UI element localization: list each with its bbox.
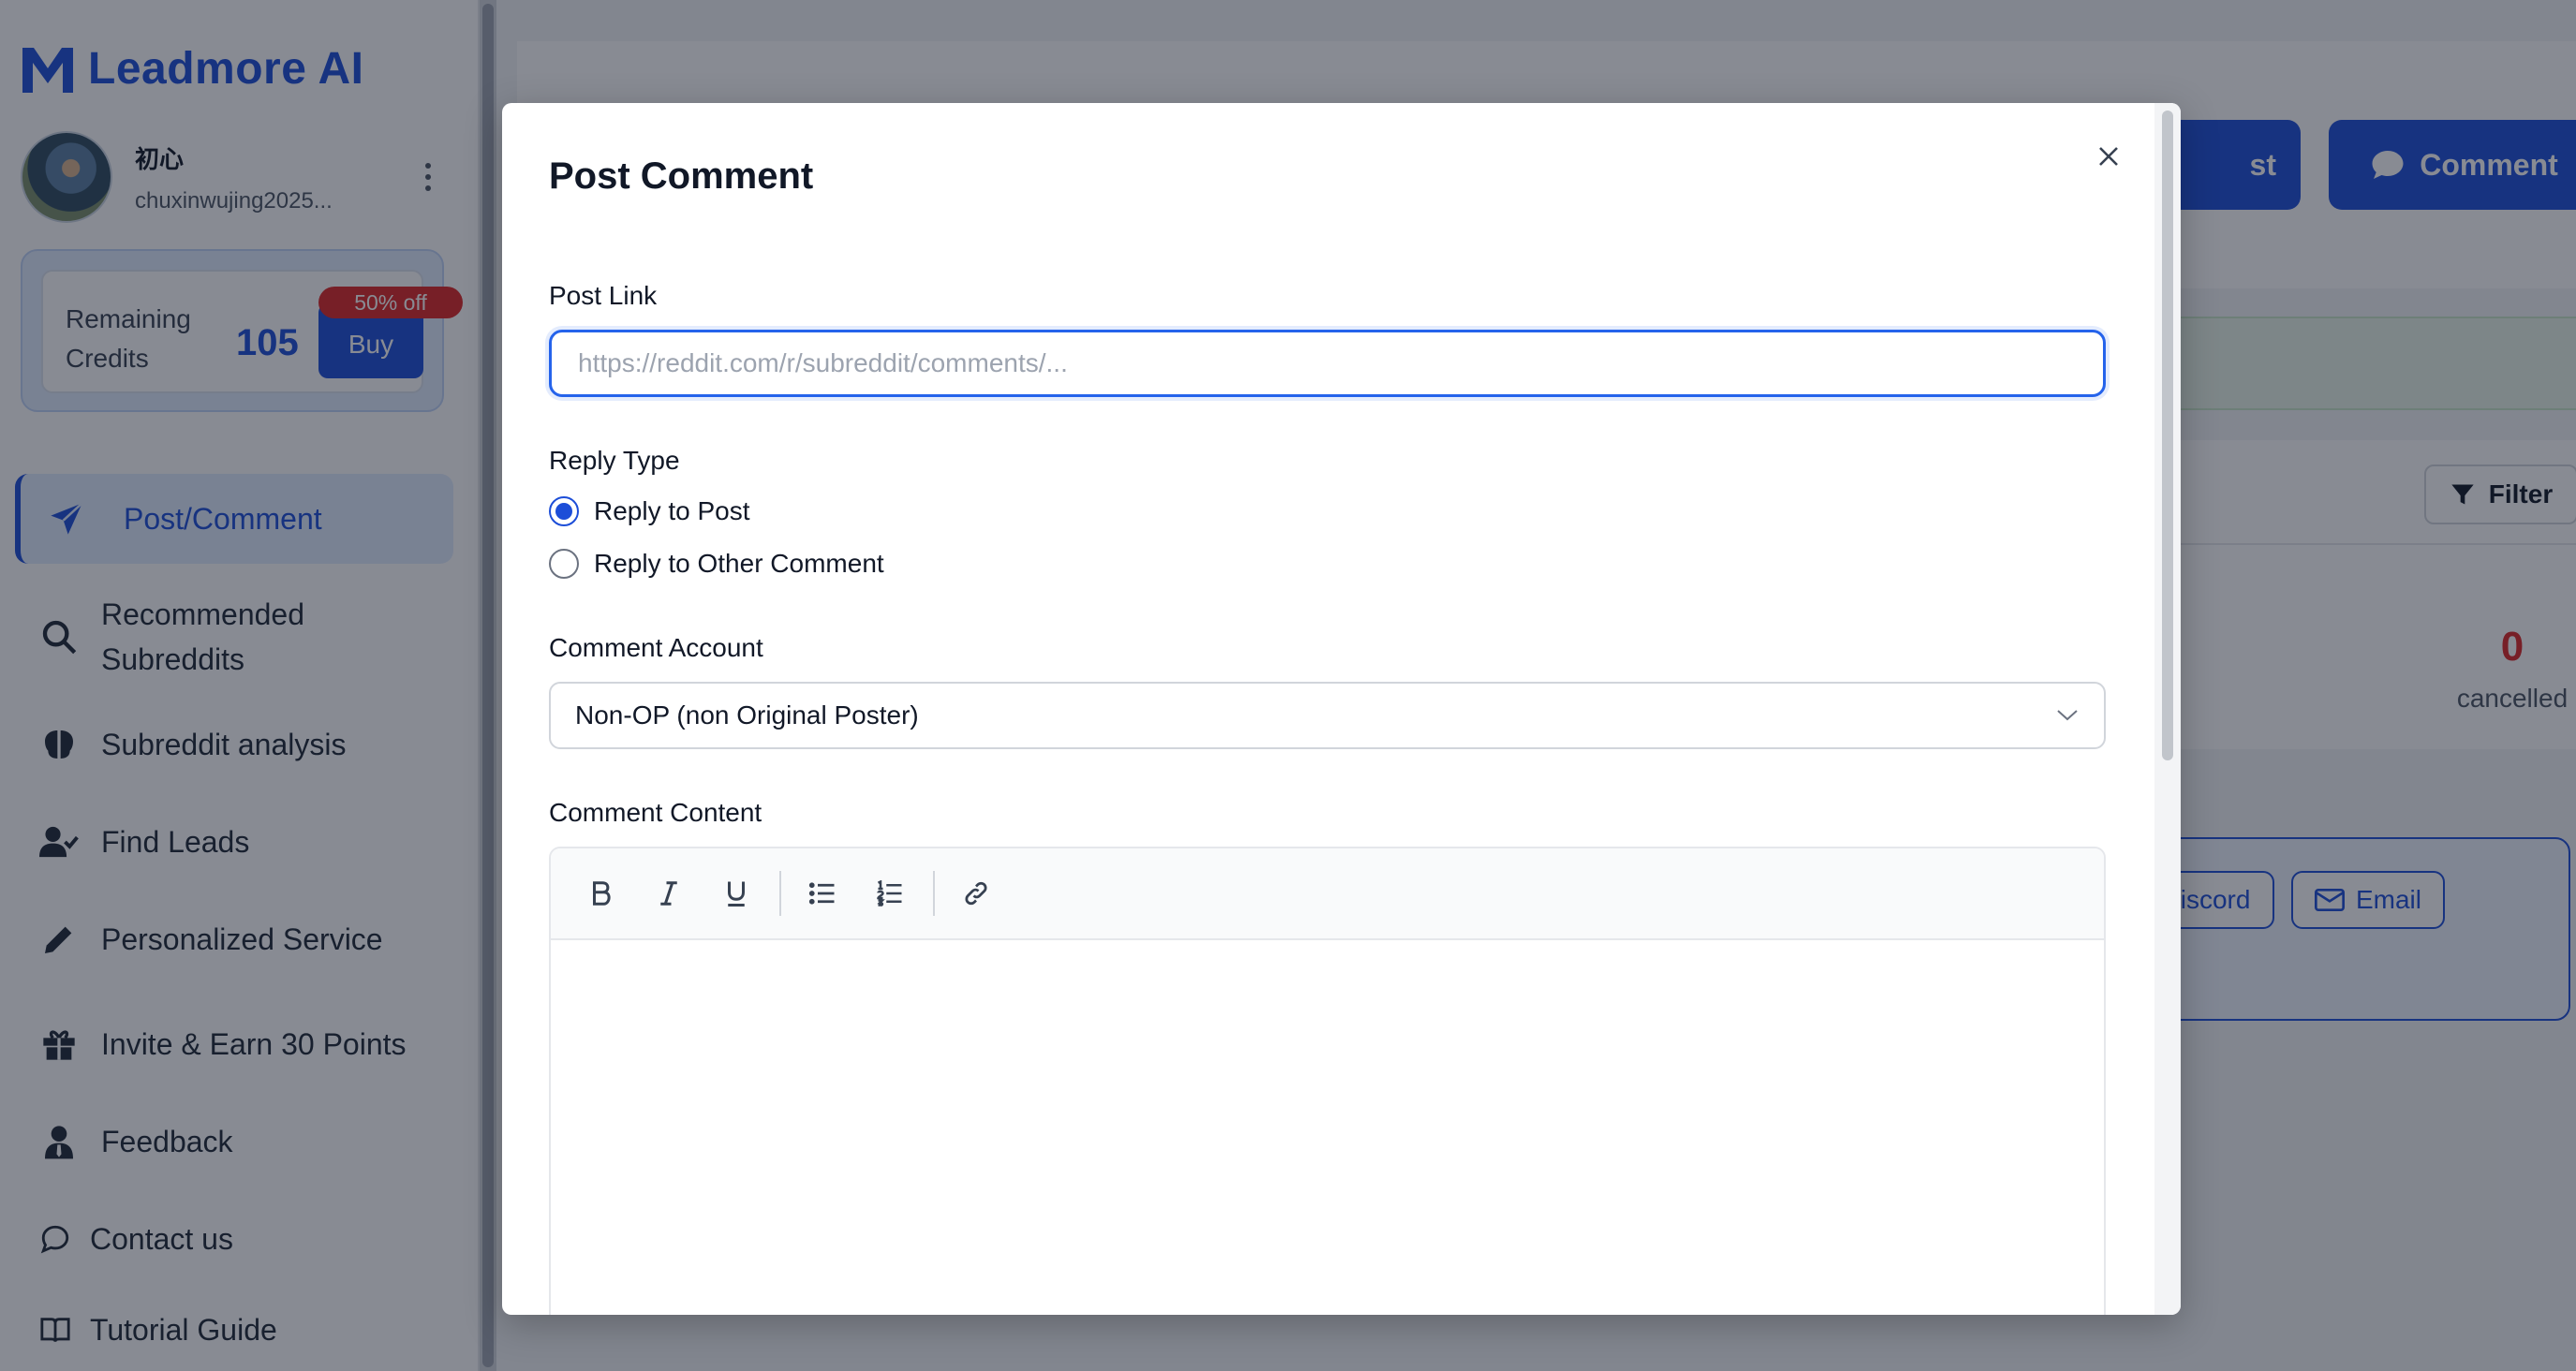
reply-to-comment-option[interactable]: Reply to Other Comment <box>549 549 884 579</box>
comment-account-select[interactable]: Non-OP (non Original Poster) <box>549 682 2106 749</box>
reply-to-post-option[interactable]: Reply to Post <box>549 496 750 526</box>
underline-icon[interactable] <box>712 869 761 918</box>
italic-icon[interactable] <box>644 869 693 918</box>
comment-editor <box>549 847 2106 1315</box>
editor-toolbar <box>551 848 2104 940</box>
close-icon[interactable] <box>2085 133 2132 180</box>
link-icon[interactable] <box>952 869 1000 918</box>
post-link-input[interactable] <box>549 330 2106 397</box>
comment-content-editor[interactable] <box>551 940 2104 1315</box>
post-comment-modal: Post Comment Post Link Reply Type Reply … <box>502 103 2181 1315</box>
comment-account-label: Comment Account <box>549 633 763 662</box>
reply-type-label: Reply Type <box>549 446 680 475</box>
numbered-list-icon[interactable] <box>866 869 914 918</box>
modal-title: Post Comment <box>549 155 814 197</box>
modal-scrollbar[interactable] <box>2154 103 2181 1315</box>
bullet-list-icon[interactable] <box>798 869 847 918</box>
chevron-down-icon <box>2057 710 2078 721</box>
reply-to-post-radio[interactable] <box>549 496 579 526</box>
post-link-label: Post Link <box>549 281 658 310</box>
bold-icon[interactable] <box>577 869 626 918</box>
reply-to-comment-radio[interactable] <box>549 549 579 579</box>
comment-content-label: Comment Content <box>549 798 762 827</box>
